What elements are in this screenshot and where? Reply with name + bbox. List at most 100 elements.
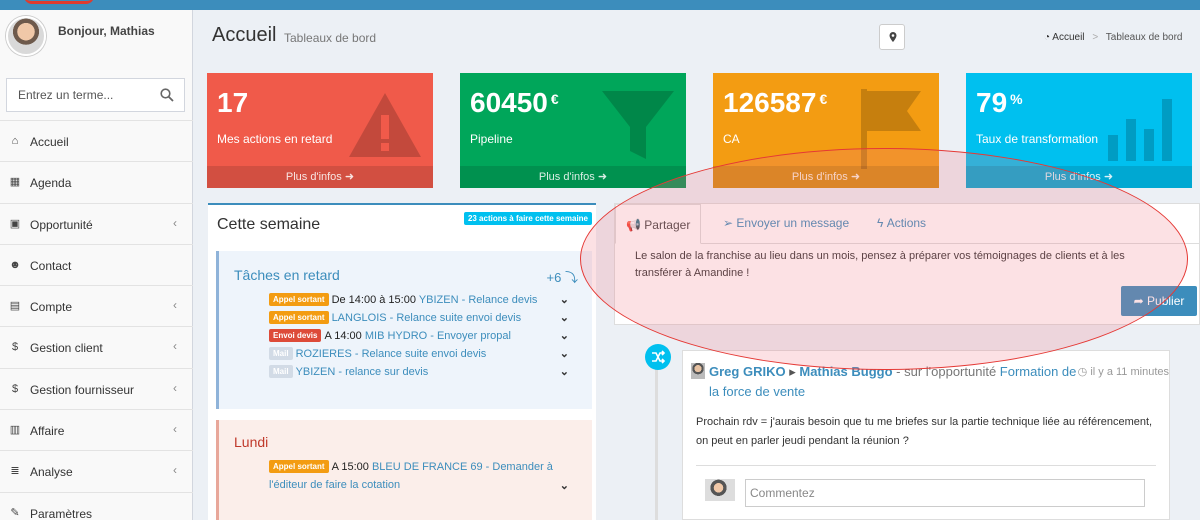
sidebar-item-label: Paramètres [30,506,93,520]
timeline-line [655,360,658,520]
dollar-icon: $ [11,341,19,354]
chevron-left-icon: ‹ [173,422,177,437]
chevron-down-icon[interactable]: ⌄ [560,311,569,324]
sidebar-item-gestion-client[interactable]: $ Gestion client ‹ [0,326,193,367]
wrench-icon: ✎ [10,506,20,519]
task-link[interactable]: LANGLOIS - Relance suite envoi devis [332,312,522,324]
post-target[interactable]: Mathias Buggo [799,364,892,379]
sidebar-item-parametres[interactable]: ✎ Paramètres [0,491,193,520]
tab-actions[interactable]: ϟ Actions [877,216,926,230]
more-tasks-link[interactable]: +6 ⤵ [547,267,578,286]
sidebar-item-label: Opportunité [30,217,93,232]
post-author[interactable]: Greg GRIKO [709,364,786,379]
stat-value: 17 [217,87,249,118]
stat-value: 60450 € [470,87,559,118]
comment-input[interactable] [745,479,1145,507]
sidebar-item-label: Gestion fournisseur [30,382,135,397]
arrow-circle-right-icon: ➜ [850,171,861,183]
warning-icon [349,93,421,157]
chevron-left-icon: ‹ [173,339,177,354]
sidebar-item-opportunite[interactable]: ▣ Opportunité ‹ [0,202,193,244]
post-time: ◷ il y a 11 minutes [1077,366,1169,378]
sidebar-item-label: Compte [30,300,73,315]
chevron-down-icon[interactable]: ⌄ [560,347,569,360]
monday-section: Lundi Appel sortant A 15:00 BLEU DE FRANC… [216,420,592,520]
sidebar-menu: ⌂ Accueil ▦ Agenda ▣ Opportunité ‹ ☻ Con… [0,120,193,520]
sidebar-item-accueil[interactable]: ⌂ Accueil [0,120,193,161]
more-info-link[interactable]: Plus d'infos ➜ [713,166,939,188]
task-type-badge: Envoi devis [269,329,322,342]
task-link[interactable]: BLEU DE FRANCE 69 - Demander à [372,461,553,473]
arrow-circle-right-icon: ➜ [597,171,608,183]
publish-button[interactable]: ➦ Publier [1121,286,1197,316]
bar-chart-icon [1108,99,1172,161]
timeline-post: ◷ il y a 11 minutes Greg GRIKO ▸ Mathias… [682,350,1170,520]
money-icon: ▣ [9,217,21,230]
user-greeting: Bonjour, Mathias [58,24,155,38]
page-title: Accueil [212,24,277,46]
tab-partager[interactable]: 📢 Partager [615,204,702,244]
chevron-down-icon[interactable]: ⌄ [560,329,569,342]
stat-box-late-actions: 17 Mes actions en retard Plus d'infos ➜ [207,73,433,188]
chevron-down-icon[interactable]: ⌄ [560,479,569,492]
stat-value: 126587 € [723,87,828,118]
divider [696,465,1156,466]
sidebar-item-analyse[interactable]: ≣ Analyse ‹ [0,450,193,491]
location-button[interactable] [879,24,905,50]
sidebar-item-gestion-fournisseur[interactable]: $ Gestion fournisseur ‹ [0,367,193,409]
more-info-link[interactable]: Plus d'infos ➜ [460,166,686,188]
author-avatar [691,363,705,379]
chevron-left-icon: ‹ [173,380,177,395]
search-input[interactable] [7,79,147,111]
top-header-bar [0,0,1200,10]
this-week-panel: Cette semaine 23 actions à faire cette s… [208,203,596,520]
chevron-down-icon[interactable]: ⌄ [560,293,569,306]
chevron-left-icon: ‹ [173,298,177,313]
sidebar-item-agenda[interactable]: ▦ Agenda [0,161,193,202]
calendar-icon: ▦ [9,176,21,189]
more-info-link[interactable]: Plus d'infos ➜ [207,166,433,188]
stat-box-ca: 126587 € CA Plus d'infos ➜ [713,73,939,188]
dashboard-icon: ◔ [1044,32,1051,43]
more-info-link[interactable]: Plus d'infos ➜ [966,166,1192,188]
sidebar-item-contact[interactable]: ☻ Contact [0,243,193,285]
task-type-badge: Mail [269,365,293,378]
task-link[interactable]: ROZIERES - Relance suite envoi devis [296,348,487,360]
task-type-badge: Mail [269,347,293,360]
random-icon [652,350,666,364]
sidebar-item-affaire[interactable]: ▥ Affaire ‹ [0,409,193,450]
stat-label: CA [723,132,740,146]
filter-icon [602,91,674,159]
late-tasks-section: Tâches en retard +6 ⤵ Appel sortant De 14… [216,251,592,409]
task-type-badge: Appel sortant [269,460,329,473]
actions-count-badge: 23 actions à faire cette semaine [463,212,592,225]
sidebar-item-label: Contact [30,258,72,273]
sidebar: Bonjour, Mathias ⌂ Accueil ▦ Agenda ▣ Op… [0,10,193,520]
sidebar-item-compte[interactable]: ▤ Compte ‹ [0,285,193,326]
briefcase-icon: ▥ [9,424,21,437]
sidebar-item-label: Analyse [30,465,73,480]
tabs-divider [615,243,1199,244]
breadcrumb-home[interactable]: Accueil [1052,32,1084,43]
page-subtitle: Tableaux de bord [284,31,377,45]
avatar[interactable] [6,16,46,56]
task-link[interactable]: YBIZEN - relance sur devis [296,366,429,378]
tab-envoyer-message[interactable]: ➢ Envoyer un message [723,216,849,230]
share-icon: ➦ [1133,294,1144,308]
chevron-down-icon[interactable]: ⌄ [560,365,569,378]
task-link[interactable]: l'éditeur de faire la cotation [269,479,400,491]
task-row-continued: l'éditeur de faire la cotation ⌄ [269,479,569,496]
search-icon[interactable] [160,88,174,102]
share-textarea[interactable]: Le salon de la franchise au lieu dans un… [635,248,1157,282]
stat-box-conversion-rate: 79% Taux de transformation Plus d'infos … [966,73,1192,188]
task-link[interactable]: YBIZEN - Relance devis [419,294,538,306]
list-icon: ≣ [10,465,20,478]
stat-label: Pipeline [470,132,513,146]
late-tasks-title: Tâches en retard [234,267,340,283]
paper-plane-icon: ➢ [723,216,734,230]
sidebar-item-label: Affaire [30,424,65,439]
breadcrumb: ◔ Accueil > Tableaux de bord [1044,32,1183,43]
sidebar-item-label: Accueil [30,135,69,149]
task-link[interactable]: MIB HYDRO - Envoyer propal [365,330,511,342]
stat-value: 79% [976,87,1023,118]
